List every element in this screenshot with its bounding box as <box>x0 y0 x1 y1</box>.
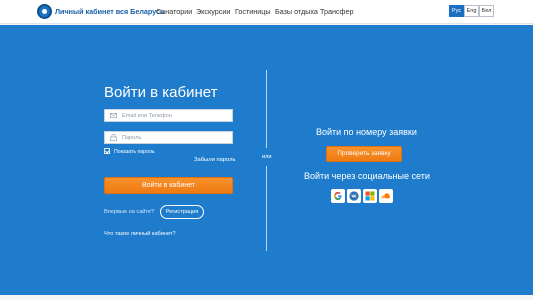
soundcloud-login-button[interactable] <box>379 189 393 203</box>
login-section <box>0 25 533 295</box>
social-login-title: Войти через социальные сети <box>304 171 430 181</box>
lock-icon <box>110 134 117 141</box>
vertical-divider-lower <box>266 166 267 251</box>
brand-title[interactable]: Личный кабинет вся Беларусь <box>55 7 164 16</box>
password-input[interactable] <box>122 133 230 143</box>
password-field[interactable] <box>104 131 233 144</box>
nav-item-excursions[interactable]: Экскурсии <box>196 7 230 16</box>
first-time-text: Впервые на сайте? <box>104 209 155 215</box>
vertical-divider <box>266 70 267 148</box>
google-icon <box>334 191 342 201</box>
microsoft-login-button[interactable] <box>363 189 377 203</box>
email-field[interactable] <box>104 109 233 122</box>
envelope-icon <box>110 113 117 118</box>
google-login-button[interactable] <box>331 189 345 203</box>
lang-en-button[interactable]: Eng <box>464 5 479 17</box>
email-input[interactable] <box>122 111 230 121</box>
or-label: или <box>262 154 272 160</box>
request-login-title: Войти по номеру заявки <box>316 127 417 137</box>
what-is-cabinet-link[interactable]: Что такое личный кабинет? <box>104 231 176 237</box>
register-button[interactable]: Регистрация <box>160 205 204 219</box>
nav-item-sanatoriums[interactable]: Санатории <box>156 7 192 16</box>
login-title: Войти в кабинет <box>104 84 218 101</box>
lang-ru-button[interactable]: Рус <box>449 5 464 17</box>
lang-be-button[interactable]: Бел <box>479 5 494 17</box>
forgot-password-link[interactable]: Забыли пароль <box>194 157 236 163</box>
nav-item-resorts[interactable]: Базы отдыха <box>275 7 318 16</box>
show-password-checkbox[interactable] <box>104 148 110 154</box>
nav-item-hotels[interactable]: Гостиницы <box>235 7 271 16</box>
soundcloud-icon <box>381 193 391 199</box>
microsoft-icon <box>365 191 375 201</box>
nav-item-transfer[interactable]: Трансфер <box>320 7 353 16</box>
check-request-button[interactable]: Проверить заявку <box>326 146 402 162</box>
page-footer-strip <box>0 295 533 300</box>
vk-icon <box>349 191 359 201</box>
show-password-label[interactable]: Показать пароль <box>114 149 155 155</box>
login-button[interactable]: Войти в кабинет <box>104 177 233 194</box>
site-header: Личный кабинет вся Беларусь Санатории Эк… <box>0 0 533 24</box>
vk-login-button[interactable] <box>347 189 361 203</box>
site-logo-icon[interactable] <box>37 4 52 19</box>
